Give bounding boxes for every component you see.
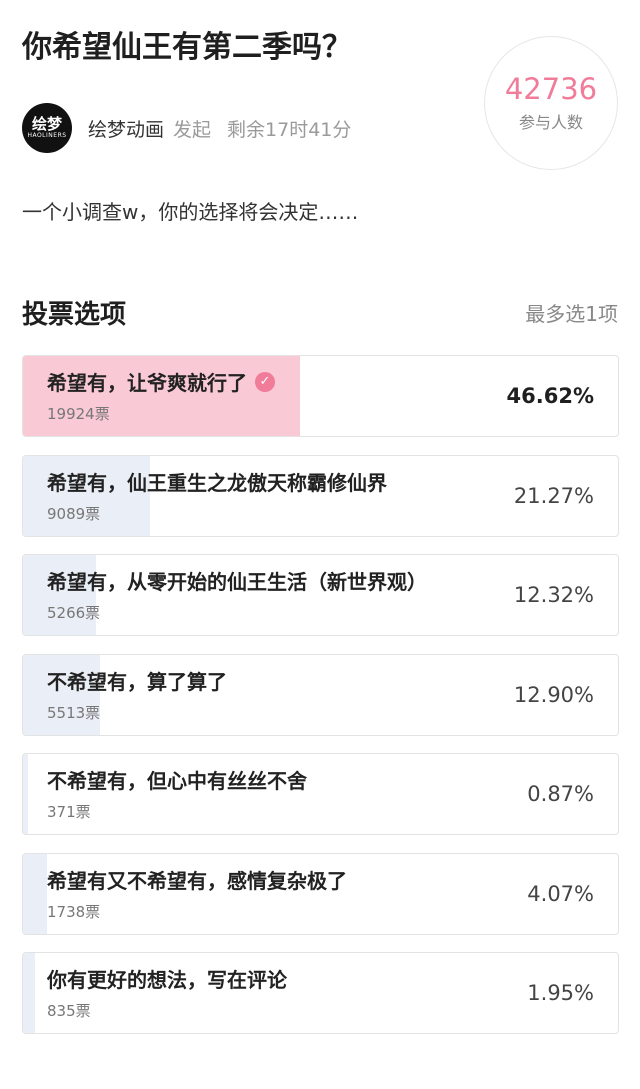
vote-option-votes: 5266票	[47, 604, 101, 622]
vote-option-bar	[23, 754, 29, 834]
check-circle-icon: ✓	[255, 371, 275, 392]
vote-option-percent: 21.27%	[513, 483, 594, 508]
max-select-hint: 最多选1项	[525, 301, 618, 326]
vote-option-percent: 4.07%	[527, 881, 594, 906]
vote-option-label: 不希望有，但心中有丝丝不舍	[47, 769, 307, 793]
vote-option-votes: 19924票	[47, 405, 110, 423]
vote-option[interactable]: 希望有又不希望有，感情复杂极了 1738票 4.07%	[22, 852, 619, 935]
author-action-label: 发起	[173, 118, 212, 141]
vote-options-header: 投票选项 最多选1项	[22, 292, 618, 332]
vote-option-percent: 1.95%	[527, 981, 594, 1005]
vote-option-label-row: 希望有，让爷爽就行了 ✓	[47, 367, 275, 396]
participants-count: 42736	[504, 72, 598, 107]
author-name-link[interactable]: 绘梦动画	[88, 115, 164, 142]
vote-option-label: 希望有，仙王重生之龙傲天称霸修仙界	[47, 470, 387, 495]
vote-option-percent: 46.62%	[506, 384, 594, 408]
vote-option-bar	[23, 953, 35, 1033]
vote-option-label: 希望有又不希望有，感情复杂极了	[47, 868, 347, 893]
vote-options-title: 投票选项	[22, 299, 127, 330]
vote-option-votes: 835票	[47, 1002, 91, 1020]
poll-meta: 绘梦 HAOLINERS 绘梦动画 发起 剩余17时41分	[22, 103, 351, 153]
vote-option[interactable]: 不希望有，但心中有丝丝不舍 371票 0.87%	[22, 753, 619, 835]
poll-title: 你希望仙王有第二季吗？	[22, 30, 352, 65]
vote-option[interactable]: 不希望有，算了算了 5513票 12.90%	[22, 653, 619, 736]
vote-option-percent: 0.87%	[527, 782, 594, 806]
participants-label: 参与人数	[518, 112, 583, 132]
participants-badge: 42736 参与人数	[484, 36, 618, 170]
vote-option-votes: 9089票	[47, 504, 101, 523]
vote-option-percent: 12.90%	[513, 682, 594, 707]
vote-option-votes: 1738票	[47, 902, 101, 921]
vote-option[interactable]: 希望有，让爷爽就行了 ✓ 19924票 46.62%	[22, 355, 619, 437]
time-remaining: 剩余17时41分	[227, 118, 352, 141]
vote-option-bar	[23, 853, 48, 934]
avatar-logo-subtext: HAOLINERS	[27, 132, 67, 139]
vote-option[interactable]: 希望有，仙王重生之龙傲天称霸修仙界 9089票 21.27%	[22, 454, 619, 537]
vote-option[interactable]: 希望有，从零开始的仙王生活（新世界观） 5266票 12.32%	[22, 554, 619, 636]
author-avatar[interactable]: 绘梦 HAOLINERS	[22, 103, 72, 153]
poll-description: 一个小调查w，你的选择将会决定……	[22, 200, 359, 224]
vote-option-label: 不希望有，算了算了	[47, 669, 227, 694]
vote-option-percent: 12.32%	[513, 583, 594, 607]
vote-option-label: 你有更好的想法，写在评论	[47, 968, 287, 992]
vote-option[interactable]: 你有更好的想法，写在评论 835票 1.95%	[22, 952, 619, 1034]
avatar-logo-text: 绘梦	[31, 115, 62, 133]
vote-option-votes: 5513票	[47, 703, 101, 722]
vote-options-list: 希望有，让爷爽就行了 ✓ 19924票 46.62% 希望有，仙王重生之龙傲天称…	[22, 355, 619, 1052]
vote-option-label: 希望有，让爷爽就行了	[47, 371, 247, 395]
vote-option-votes: 371票	[47, 803, 91, 821]
vote-option-label: 希望有，从零开始的仙王生活（新世界观）	[47, 570, 427, 594]
